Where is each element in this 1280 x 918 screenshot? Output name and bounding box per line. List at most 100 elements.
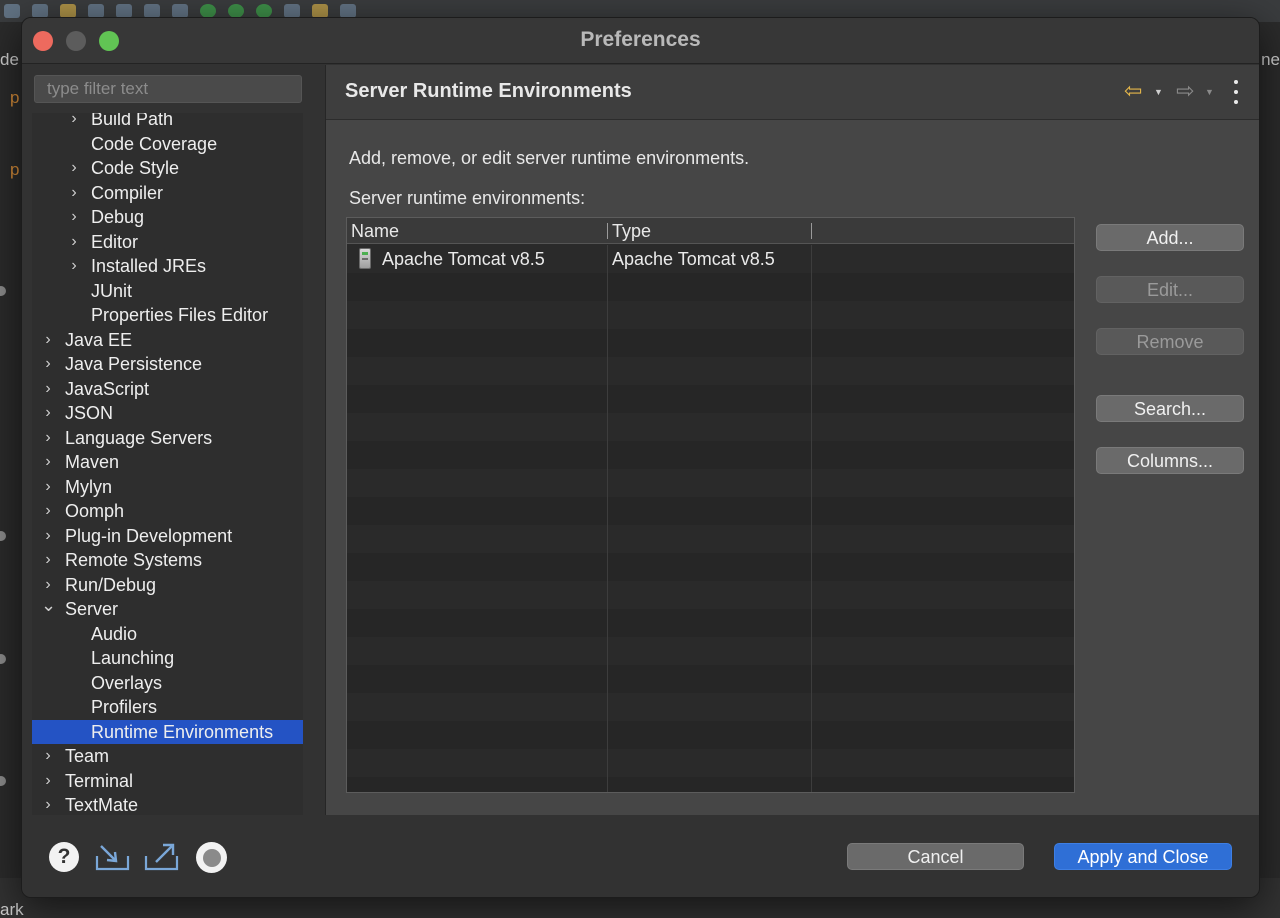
- tree-item[interactable]: ⌄ Server: [32, 596, 303, 622]
- table-row[interactable]: [347, 581, 1074, 609]
- chevron-right-icon[interactable]: ›: [41, 769, 55, 793]
- tree-item[interactable]: Audio: [32, 622, 303, 647]
- chevron-right-icon[interactable]: ›: [41, 548, 55, 572]
- cancel-button[interactable]: Cancel: [847, 843, 1024, 870]
- export-icon[interactable]: [144, 842, 180, 872]
- tree-item[interactable]: Launching: [32, 646, 303, 671]
- table-row[interactable]: [347, 609, 1074, 637]
- column-separator[interactable]: [811, 223, 812, 239]
- chevron-right-icon[interactable]: ›: [41, 401, 55, 425]
- chevron-right-icon[interactable]: ›: [41, 352, 55, 376]
- tree-item[interactable]: › TextMate: [32, 793, 303, 815]
- table-row[interactable]: [347, 777, 1074, 792]
- tree-item[interactable]: › Mylyn: [32, 475, 303, 500]
- tree-item[interactable]: › Build Path: [32, 113, 303, 132]
- table-row[interactable]: Apache Tomcat v8.5 Apache Tomcat v8.5: [347, 245, 1074, 273]
- table-row[interactable]: [347, 497, 1074, 525]
- table-row[interactable]: [347, 553, 1074, 581]
- tree-item[interactable]: › Team: [32, 744, 303, 769]
- table-row[interactable]: [347, 301, 1074, 329]
- chevron-right-icon[interactable]: ›: [41, 573, 55, 597]
- back-dropdown-icon[interactable]: ▼: [1154, 87, 1163, 97]
- apply-and-close-button[interactable]: Apply and Close: [1054, 843, 1232, 870]
- tree-item[interactable]: › Remote Systems: [32, 548, 303, 573]
- tree-item[interactable]: › Run/Debug: [32, 573, 303, 598]
- chevron-right-icon[interactable]: ›: [41, 744, 55, 768]
- tree-item[interactable]: › Java Persistence: [32, 352, 303, 377]
- chevron-right-icon[interactable]: ›: [67, 254, 81, 278]
- tree-item[interactable]: › Java EE: [32, 328, 303, 353]
- help-icon[interactable]: ?: [49, 842, 79, 872]
- chevron-right-icon[interactable]: ›: [67, 205, 81, 229]
- table-row[interactable]: [347, 413, 1074, 441]
- tree-item[interactable]: Overlays: [32, 671, 303, 696]
- tree-item[interactable]: › JavaScript: [32, 377, 303, 402]
- preferences-tree[interactable]: › Build Path Code Coverage › Code Style › Comp…: [32, 113, 303, 815]
- table-row[interactable]: [347, 469, 1074, 497]
- ide-toolbar-icon: [60, 4, 76, 18]
- column-header-type[interactable]: Type: [608, 218, 811, 244]
- filter-input[interactable]: [34, 75, 302, 103]
- chevron-right-icon[interactable]: ›: [41, 450, 55, 474]
- table-row[interactable]: [347, 637, 1074, 665]
- runtime-environments-table[interactable]: Name Type Apache Tomcat v8.5 Apache Tomca…: [346, 217, 1075, 793]
- tree-item[interactable]: › Debug: [32, 205, 303, 230]
- tree-item[interactable]: › JSON: [32, 401, 303, 426]
- tree-item[interactable]: › Plug-in Development: [32, 524, 303, 549]
- chevron-right-icon[interactable]: ›: [67, 230, 81, 254]
- chevron-right-icon[interactable]: ›: [41, 328, 55, 352]
- tree-item[interactable]: › Editor: [32, 230, 303, 255]
- tree-item[interactable]: › Maven: [32, 450, 303, 475]
- tree-item[interactable]: › Compiler: [32, 181, 303, 206]
- column-header-name[interactable]: Name: [347, 218, 607, 244]
- ide-gutter-marker: [0, 776, 6, 786]
- ide-gutter-marker: [0, 531, 6, 541]
- chevron-right-icon[interactable]: ›: [41, 377, 55, 401]
- table-row[interactable]: [347, 273, 1074, 301]
- tree-item[interactable]: Code Coverage: [32, 132, 303, 157]
- edit-button[interactable]: Edit...: [1096, 276, 1244, 303]
- run-icon: [256, 4, 272, 18]
- table-row[interactable]: [347, 525, 1074, 553]
- add-button[interactable]: Add...: [1096, 224, 1244, 251]
- cell-type: Apache Tomcat v8.5: [612, 249, 775, 269]
- columns-button[interactable]: Columns...: [1096, 447, 1244, 474]
- tree-item[interactable]: › Code Style: [32, 156, 303, 181]
- chevron-right-icon[interactable]: ›: [41, 475, 55, 499]
- tree-item[interactable]: › Terminal: [32, 769, 303, 794]
- chevron-right-icon[interactable]: ›: [41, 793, 55, 815]
- chevron-right-icon[interactable]: ›: [67, 181, 81, 205]
- table-row[interactable]: [347, 441, 1074, 469]
- remove-button[interactable]: Remove: [1096, 328, 1244, 355]
- more-menu-icon[interactable]: [1230, 78, 1242, 106]
- table-row[interactable]: [347, 385, 1074, 413]
- tree-item[interactable]: › Oomph: [32, 499, 303, 524]
- tree-item[interactable]: Profilers: [32, 695, 303, 720]
- tree-item[interactable]: Properties Files Editor: [32, 303, 303, 328]
- chevron-right-icon[interactable]: ›: [41, 524, 55, 548]
- chevron-right-icon[interactable]: ›: [41, 499, 55, 523]
- search-button[interactable]: Search...: [1096, 395, 1244, 422]
- table-row[interactable]: [347, 357, 1074, 385]
- runtime-list-label: Server runtime environments:: [349, 188, 586, 208]
- back-arrow-icon[interactable]: ⇦: [1124, 79, 1142, 103]
- chevron-right-icon[interactable]: ›: [67, 113, 81, 131]
- tree-item[interactable]: › Language Servers: [32, 426, 303, 451]
- tree-item[interactable]: JUnit: [32, 279, 303, 304]
- forward-dropdown-icon[interactable]: ▼: [1205, 87, 1214, 97]
- table-row[interactable]: [347, 329, 1074, 357]
- forward-arrow-icon[interactable]: ⇨: [1176, 79, 1194, 103]
- chevron-right-icon[interactable]: ›: [41, 426, 55, 450]
- chevron-down-icon[interactable]: ⌄: [41, 596, 56, 621]
- chevron-right-icon[interactable]: ›: [67, 156, 81, 180]
- tree-item[interactable]: › Installed JREs: [32, 254, 303, 279]
- import-icon[interactable]: [95, 842, 131, 872]
- table-row[interactable]: [347, 693, 1074, 721]
- record-icon[interactable]: [196, 842, 227, 873]
- tree-item[interactable]: Runtime Environments: [32, 719, 303, 744]
- tree-item-label: JavaScript: [65, 378, 150, 399]
- table-row[interactable]: [347, 749, 1074, 777]
- ide-background-glyph: p: [10, 160, 20, 179]
- table-row[interactable]: [347, 721, 1074, 749]
- table-row[interactable]: [347, 665, 1074, 693]
